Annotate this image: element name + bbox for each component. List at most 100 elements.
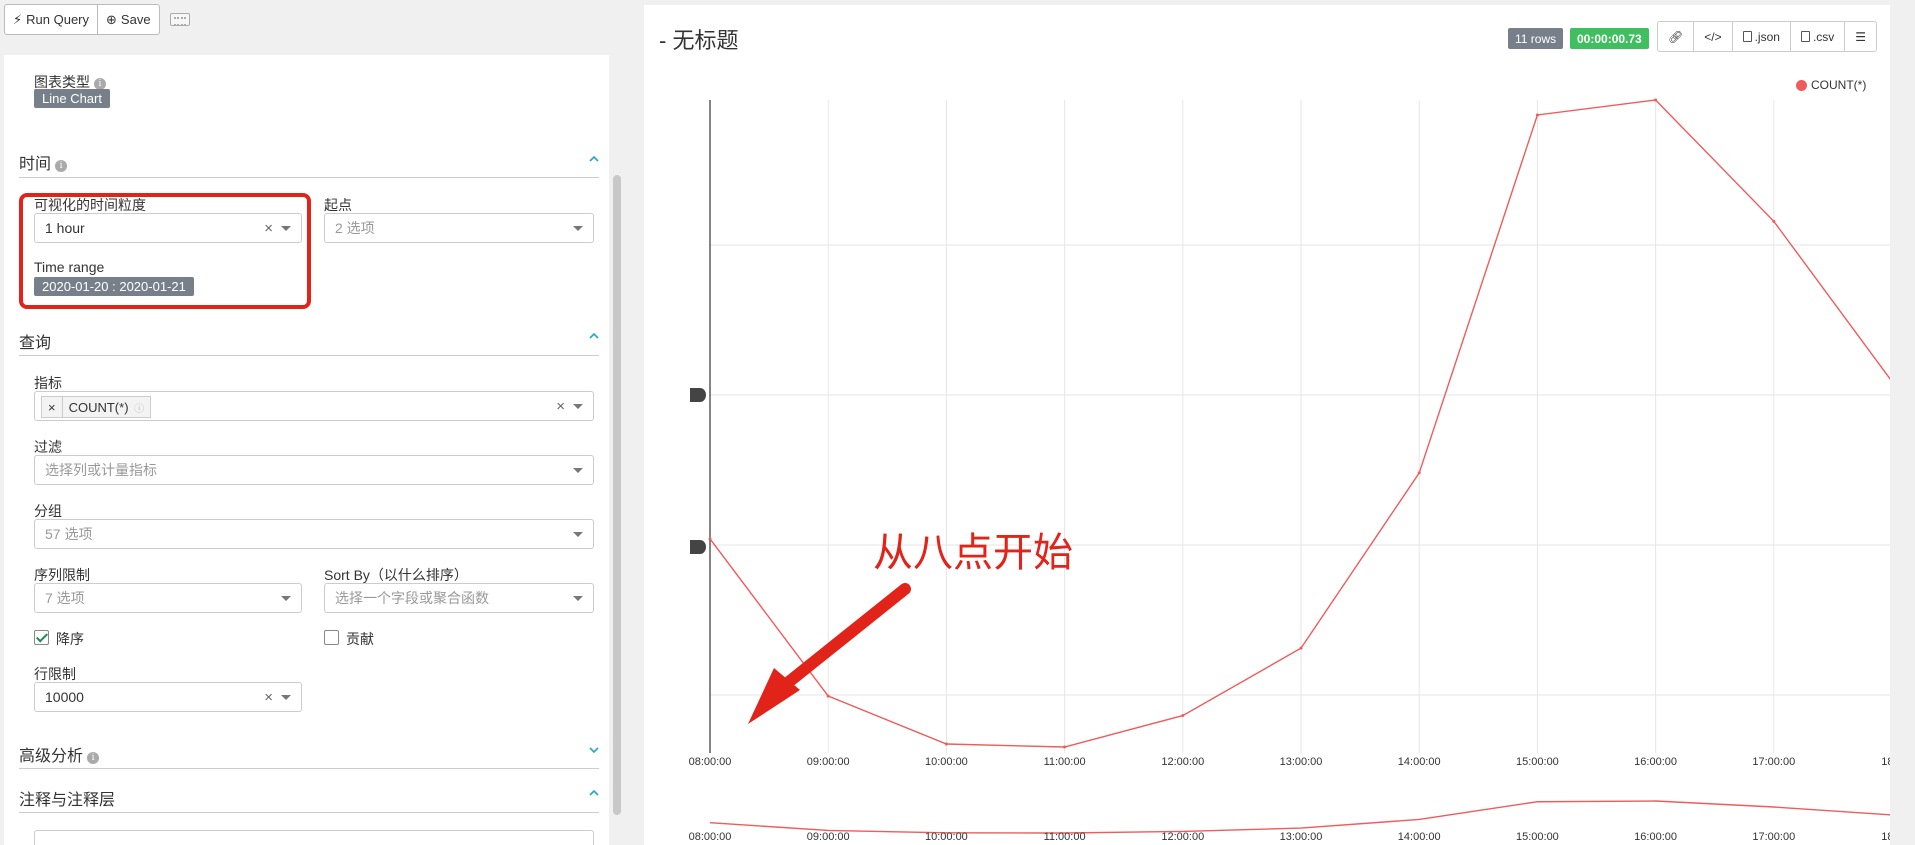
sort-by-placeholder: 选择一个字段或聚合函数 — [335, 590, 489, 606]
caret-down-icon — [573, 468, 583, 473]
series-line-count — [709, 99, 1890, 748]
caret-down-icon — [281, 596, 291, 601]
controls-scroll-area: 图表类型 i Line Chart 时间 i 可视化的时间粒度 1 hour × 起… — [4, 55, 609, 845]
line-chart[interactable]: 08:00:00 09:00:00 10:00:00 11:00:00 12:00:00… — [644, 5, 1890, 845]
x-tick-label: 15:00:00 — [1516, 756, 1559, 768]
viz-type-tag[interactable]: Line Chart — [34, 89, 110, 108]
row-limit-value: 10000 — [45, 689, 84, 705]
time-section-text: 时间 — [19, 156, 52, 173]
caret-down-icon — [573, 226, 583, 231]
save-button[interactable]: ⊕ Save — [98, 4, 160, 35]
caret-down-icon — [573, 596, 583, 601]
x-tick-label: 11:00:00 — [1044, 756, 1086, 768]
section-divider — [19, 355, 599, 356]
metric-chip[interactable]: × COUNT(*) ⓘ — [41, 396, 152, 418]
row-limit-select[interactable]: 10000 × — [34, 682, 302, 712]
annotation-text: 从八点开始 — [873, 530, 1073, 576]
remove-metric-icon[interactable]: × — [42, 397, 63, 417]
info-icon: i — [55, 160, 68, 172]
control-panel: ⚡ Run Query ⊕ Save 图表类型 i Line Chart 时间 i … — [0, 0, 625, 845]
descending-checkbox[interactable] — [34, 630, 49, 645]
help-icon: ⓘ — [134, 403, 145, 415]
info-icon: i — [87, 752, 100, 764]
x-tick-label: 14:00:00 — [1398, 756, 1441, 768]
groupby-placeholder: 57 选项 — [45, 526, 93, 542]
data-point — [1772, 219, 1776, 223]
annotations-section-title[interactable]: 注释与注释层 — [19, 786, 115, 810]
chevron-down-icon[interactable] — [589, 745, 599, 755]
brush-x-tick-label: 10:00:00 — [925, 831, 968, 843]
highlight-box — [19, 193, 311, 309]
brush-x-tick-label: 16:00:00 — [1634, 831, 1677, 843]
descending-label: 降序 — [56, 631, 84, 647]
advanced-section-title[interactable]: 高级分析 i — [19, 742, 100, 766]
query-section-title[interactable]: 查询 — [19, 329, 51, 353]
metrics-label: 指标 — [34, 375, 62, 391]
x-tick-label: 08:00:00 — [689, 756, 732, 768]
time-section-title[interactable]: 时间 i — [19, 150, 68, 174]
chevron-up-icon[interactable] — [589, 331, 599, 341]
chevron-up-icon[interactable] — [589, 154, 599, 164]
since-placeholder: 2 选项 — [335, 220, 375, 236]
chevron-up-icon[interactable] — [589, 788, 599, 798]
metrics-select[interactable]: × COUNT(*) ⓘ × — [34, 391, 594, 421]
data-point — [944, 742, 948, 746]
sort-by-label: Sort By（以什么排序） — [324, 567, 468, 583]
brush-x-tick-label: 08:00:00 — [689, 831, 732, 843]
x-tick-label: 09:00:00 — [807, 756, 850, 768]
caret-down-icon — [573, 404, 583, 409]
save-label: Save — [120, 12, 151, 27]
since-select[interactable]: 2 选项 — [324, 213, 594, 243]
annotation-layer-input[interactable] — [34, 830, 594, 845]
filter-placeholder: 选择列或计量指标 — [45, 462, 157, 478]
caret-down-icon — [573, 532, 583, 537]
data-point — [1181, 714, 1185, 718]
section-divider — [19, 812, 599, 813]
contribution-label: 贡献 — [346, 631, 374, 647]
run-query-button[interactable]: ⚡ Run Query — [4, 4, 99, 35]
data-point — [708, 537, 712, 541]
run-query-label: Run Query — [26, 12, 90, 27]
plus-circle-icon: ⊕ — [106, 11, 117, 27]
controls-scrollbar[interactable] — [613, 175, 621, 815]
row-limit-label: 行限制 — [34, 666, 76, 682]
since-label: 起点 — [324, 197, 352, 213]
caret-down-icon — [281, 695, 291, 700]
brush-x-tick-label: 12:00:00 — [1161, 831, 1204, 843]
y-tick-mark — [690, 540, 706, 554]
keyboard-icon[interactable] — [169, 13, 190, 26]
brush-series-line — [709, 800, 1890, 834]
data-point — [1535, 113, 1539, 117]
filter-label: 过滤 — [34, 439, 62, 455]
brush-x-tick-label: 15:00:00 — [1516, 831, 1559, 843]
brush-x-tick-label: 09:00:00 — [807, 831, 850, 843]
section-divider — [19, 177, 599, 178]
data-point — [1417, 471, 1421, 475]
brush-x-tick-label: 11:00:00 — [1044, 831, 1086, 843]
data-point — [1299, 646, 1303, 650]
x-tick-label: 12:00:00 — [1161, 756, 1204, 768]
y-tick-mark — [690, 388, 706, 402]
clear-icon[interactable]: × — [264, 689, 273, 706]
clear-icon[interactable]: × — [556, 398, 565, 415]
sort-by-select[interactable]: 选择一个字段或聚合函数 — [324, 583, 594, 613]
series-limit-placeholder: 7 选项 — [45, 590, 85, 606]
x-tick-label: 17:00:00 — [1752, 756, 1795, 768]
data-point — [1654, 98, 1658, 102]
filter-select[interactable]: 选择列或计量指标 — [34, 455, 594, 485]
brush-x-tick-label: 18:0 — [1881, 831, 1890, 843]
metric-chip-label: COUNT(*) — [68, 399, 129, 415]
groupby-label: 分组 — [34, 503, 62, 519]
contribution-checkbox[interactable] — [324, 630, 339, 645]
x-tick-label: 10:00:00 — [925, 756, 968, 768]
series-limit-select[interactable]: 7 选项 — [34, 583, 302, 613]
groupby-select[interactable]: 57 选项 — [34, 519, 594, 549]
brush-x-tick-label: 13:00:00 — [1280, 831, 1323, 843]
chart-panel: - 无标题 11 rows 00:00:00.73 🔗︎ </> .json .… — [644, 5, 1890, 845]
brush-x-tick-label: 17:00:00 — [1752, 831, 1795, 843]
x-tick-label: 16:00:00 — [1634, 756, 1677, 768]
data-point — [1063, 745, 1067, 749]
x-tick-label: 18:0 — [1881, 756, 1890, 768]
data-point — [826, 694, 830, 698]
query-toolbar: ⚡ Run Query ⊕ Save — [4, 4, 190, 35]
